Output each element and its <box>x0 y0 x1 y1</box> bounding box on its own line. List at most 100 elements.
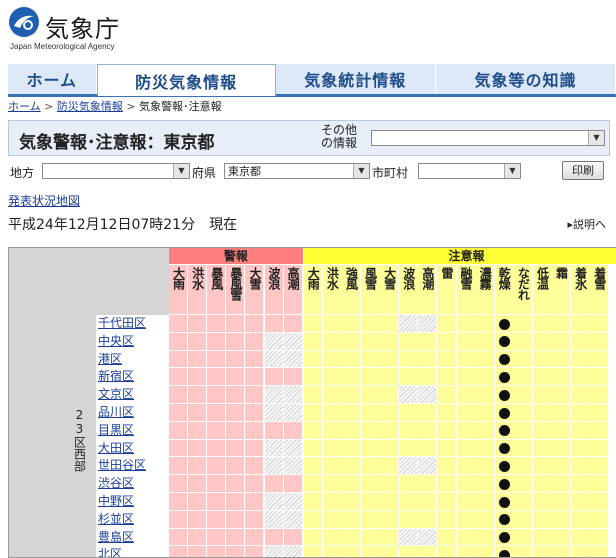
advisory-cell <box>399 315 419 333</box>
warning-cell <box>188 475 208 493</box>
city-select[interactable]: ▼ <box>418 163 521 179</box>
advisory-cell <box>361 457 381 476</box>
advisory-cell <box>418 546 438 557</box>
advisory-cell <box>456 386 476 404</box>
warning-cell <box>264 528 284 547</box>
warning-cell <box>169 368 189 387</box>
warning-cell <box>283 439 303 458</box>
warning-cell <box>207 332 227 351</box>
prefecture-label: 府県 <box>192 166 217 180</box>
advisory-cell <box>552 439 572 458</box>
advisory-cell <box>303 457 323 476</box>
warning-cell <box>188 332 208 351</box>
area-link[interactable]: 中央区 <box>96 332 168 349</box>
warning-cell <box>169 439 189 458</box>
advisory-cell <box>513 368 533 387</box>
warning-cell <box>207 421 227 440</box>
area-link[interactable]: 杉並区 <box>96 510 168 527</box>
status-map-link[interactable]: 発表状況地図 <box>8 192 80 209</box>
advisory-cell <box>399 350 419 369</box>
warning-cell <box>207 439 227 458</box>
area-link[interactable]: 文京区 <box>96 386 168 403</box>
advisory-cell <box>322 457 342 476</box>
area-link[interactable]: 中野区 <box>96 493 168 509</box>
advisory-cell <box>322 332 342 351</box>
advisory-cell <box>475 457 495 476</box>
explain-link[interactable]: ▸説明へ <box>567 216 606 232</box>
prefecture-select[interactable]: 東京都 ▼ <box>224 163 370 179</box>
advisory-cell <box>513 439 533 458</box>
tab-disaster-info[interactable]: 防災気象情報 <box>96 64 276 96</box>
advisory-cell <box>456 493 476 511</box>
advisory-cell <box>303 404 323 422</box>
warning-cell <box>264 546 284 557</box>
advisory-cell <box>341 528 361 547</box>
region-label: 23区西部 <box>62 315 96 557</box>
tab-home[interactable]: ホーム <box>8 64 97 94</box>
advisory-cell <box>341 332 361 351</box>
advisory-cell <box>513 350 533 369</box>
advisory-cell <box>571 457 591 476</box>
breadcrumb-home[interactable]: ホーム <box>8 100 41 113</box>
issued-timestamp: 平成24年12月12日07時21分 現在 <box>8 217 238 233</box>
advisory-cell <box>437 546 457 557</box>
advisory-cell <box>437 386 457 404</box>
jma-logo[interactable]: 気象庁 Japan Meteorological Agency <box>8 6 208 56</box>
advisory-cell <box>437 457 457 476</box>
advisory-cell <box>399 510 419 529</box>
other-info-label-line2: の情報 <box>321 136 358 150</box>
advisory-cell <box>303 493 323 511</box>
warning-cell <box>188 404 208 422</box>
print-button[interactable]: 印刷 <box>562 161 604 180</box>
warning-cell <box>245 315 265 333</box>
region-select[interactable]: ▼ <box>42 163 190 179</box>
tab-knowledge[interactable]: 気象等の知識 <box>435 64 616 94</box>
advisory-cell <box>418 475 438 493</box>
advisory-column-header: 濃霧 <box>475 265 495 314</box>
advisory-cell <box>590 315 610 333</box>
warning-cell <box>207 350 227 369</box>
page-title-bar: 気象警報･注意報：東京都 その他 の情報 ▼ <box>8 120 610 156</box>
advisory-cell <box>475 439 495 458</box>
advisory-column-header: 雷 <box>437 265 457 314</box>
advisory-cell <box>418 457 438 476</box>
active-advisory-dot <box>498 407 510 419</box>
warning-cell <box>264 457 284 476</box>
warning-cell <box>283 368 303 387</box>
warning-cell <box>245 386 265 404</box>
advisory-cell <box>399 439 419 458</box>
warning-cell <box>226 332 246 351</box>
advisory-cell <box>380 332 400 351</box>
area-link[interactable]: 港区 <box>96 350 168 367</box>
area-link[interactable]: 渋谷区 <box>96 475 168 492</box>
warning-cell <box>226 457 246 476</box>
advisory-cell <box>341 315 361 333</box>
area-link[interactable]: 大田区 <box>96 439 168 456</box>
advisory-cell <box>418 421 438 440</box>
other-info-select[interactable]: ▼ <box>371 130 605 146</box>
area-link[interactable]: 品川区 <box>96 404 168 420</box>
area-link[interactable]: 豊島区 <box>96 528 168 545</box>
tab-statistics[interactable]: 気象統計情報 <box>275 64 436 94</box>
advisory-cell <box>303 421 323 440</box>
advisory-cell <box>418 493 438 511</box>
advisory-cell <box>418 404 438 422</box>
area-link[interactable]: 目黒区 <box>96 421 168 438</box>
advisory-column-header: 風雪 <box>361 265 381 314</box>
advisory-cell <box>418 528 438 547</box>
region-label: 地方 <box>10 166 35 180</box>
advisory-cell <box>513 510 533 529</box>
area-link[interactable]: 世田谷区 <box>96 457 168 474</box>
advisory-cell <box>571 315 591 333</box>
area-link[interactable]: 千代田区 <box>96 315 168 331</box>
advisory-cell <box>418 350 438 369</box>
warning-cell <box>207 493 227 511</box>
table-corner <box>9 248 169 315</box>
advisory-cell <box>552 510 572 529</box>
area-link[interactable]: 北区 <box>96 546 168 557</box>
advisory-cell <box>456 368 476 387</box>
breadcrumb-disaster-info[interactable]: 防災気象情報 <box>57 100 123 113</box>
advisory-cell <box>361 528 381 547</box>
area-link[interactable]: 新宿区 <box>96 368 168 385</box>
advisory-cell <box>322 510 342 529</box>
